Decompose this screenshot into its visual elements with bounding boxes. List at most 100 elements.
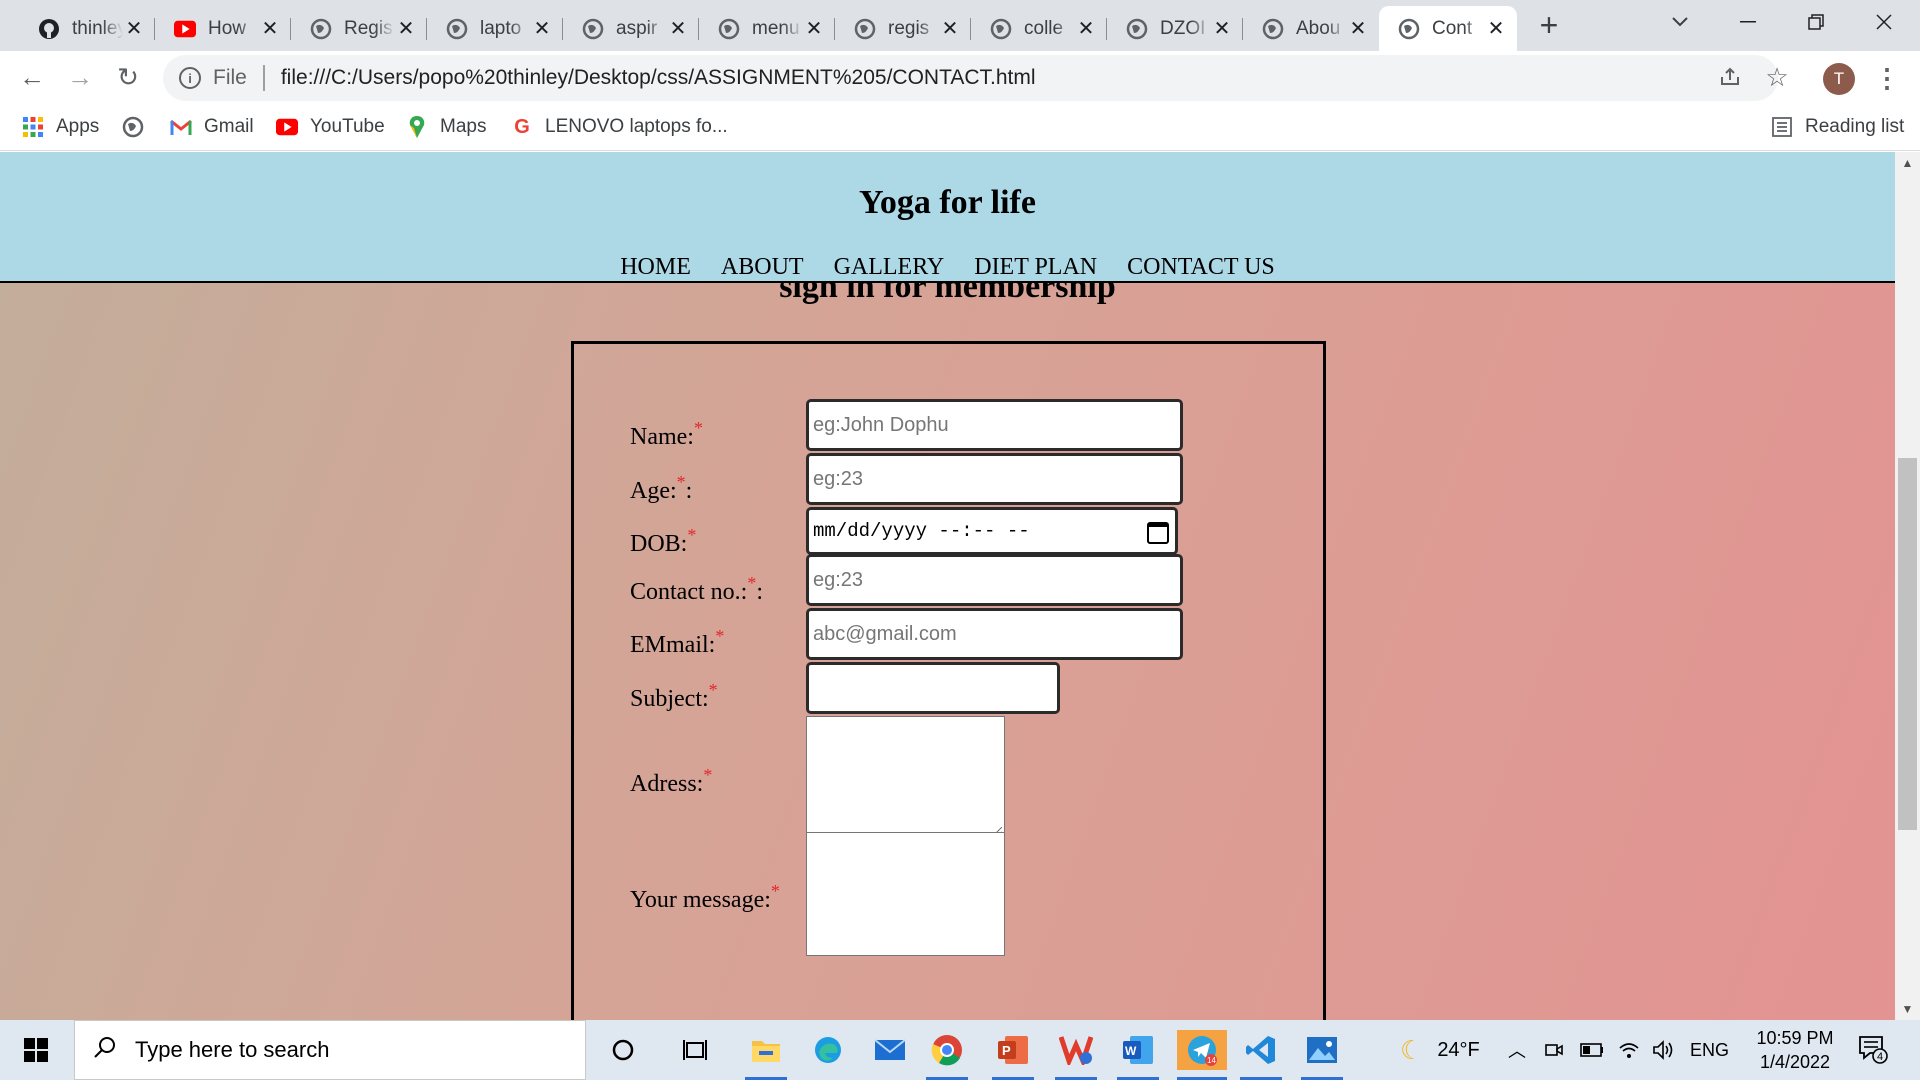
close-tab-icon[interactable]: ✕ — [1347, 18, 1369, 40]
photos-icon[interactable] — [1301, 1030, 1343, 1080]
close-tab-icon[interactable]: ✕ — [395, 18, 417, 40]
scroll-thumb[interactable] — [1898, 458, 1917, 830]
close-tab-icon[interactable]: ✕ — [667, 18, 689, 40]
close-tab-icon[interactable]: ✕ — [123, 18, 145, 40]
close-window-button[interactable] — [1850, 0, 1918, 44]
message-textarea[interactable] — [806, 832, 1005, 956]
bookmark-lenovo[interactable]: G LENOVO laptops fo... — [511, 114, 727, 140]
wifi-icon[interactable] — [1618, 1020, 1640, 1080]
bookmark-gmail[interactable]: Gmail — [170, 114, 254, 140]
svg-text:W: W — [1125, 1044, 1137, 1058]
scroll-up-arrow-icon[interactable]: ▲ — [1895, 152, 1920, 174]
forward-arrow-icon[interactable]: → — [62, 59, 98, 95]
new-tab-button[interactable]: + — [1531, 8, 1567, 44]
moon-icon: ☾ — [1400, 1034, 1424, 1065]
chrome-icon[interactable] — [926, 1030, 968, 1080]
edge-icon[interactable] — [807, 1030, 849, 1070]
tab-colle[interactable]: colle ✕ — [971, 6, 1107, 51]
tab-menu[interactable]: menu ✕ — [699, 6, 835, 51]
share-icon[interactable] — [1715, 62, 1745, 92]
powerpoint-icon[interactable]: P — [992, 1030, 1034, 1080]
profile-avatar[interactable]: T — [1823, 63, 1855, 95]
close-tab-icon[interactable]: ✕ — [939, 18, 961, 40]
weather-widget[interactable]: ☾ 24°F — [1400, 1020, 1480, 1080]
url-text[interactable]: file:///C:/Users/popo%20thinley/Desktop/… — [281, 66, 1036, 90]
close-tab-icon[interactable]: ✕ — [1485, 18, 1507, 40]
reload-icon[interactable]: ↻ — [110, 59, 146, 95]
language-indicator[interactable]: ENG — [1690, 1020, 1729, 1080]
tab-lapto[interactable]: lapto ✕ — [427, 6, 563, 51]
email-input[interactable]: abc@gmail.com — [806, 608, 1183, 660]
taskbar-clock[interactable]: 10:59 PM 1/4/2022 — [1740, 1026, 1850, 1074]
bookmark-maps[interactable]: Maps — [406, 114, 486, 140]
file-explorer-icon[interactable] — [745, 1030, 787, 1080]
dob-input[interactable]: mm/dd/yyyy --:-- -- — [806, 507, 1178, 555]
calendar-icon[interactable] — [1147, 522, 1169, 544]
tab-about[interactable]: Abou ✕ — [1243, 6, 1379, 51]
contact-input[interactable]: eg:23 — [806, 554, 1183, 606]
close-tab-icon[interactable]: ✕ — [259, 18, 281, 40]
tab-regis[interactable]: Regis ✕ — [291, 6, 427, 51]
more-menu-icon[interactable]: ⋮ — [1874, 61, 1900, 97]
bookmark-star-icon[interactable]: ☆ — [1762, 62, 1792, 92]
back-arrow-icon[interactable]: ← — [14, 59, 50, 95]
nav-home[interactable]: HOME — [620, 254, 691, 281]
tab-contact-active[interactable]: Cont ✕ — [1379, 6, 1517, 51]
meet-now-icon[interactable] — [1544, 1020, 1564, 1080]
battery-icon[interactable] — [1580, 1020, 1604, 1080]
tab-title: menu — [752, 17, 800, 39]
volume-icon[interactable] — [1652, 1020, 1674, 1080]
tab-regis-2[interactable]: regis ✕ — [835, 6, 971, 51]
name-input[interactable]: eg:John Dophu — [806, 399, 1183, 451]
subject-input[interactable] — [806, 662, 1060, 714]
weather-temp: 24°F — [1437, 1038, 1480, 1061]
tab-thinley[interactable]: thinley ✕ — [19, 6, 155, 51]
vscode-icon[interactable] — [1240, 1030, 1282, 1080]
apps-grid-icon — [22, 116, 44, 138]
tab-title: aspir — [616, 17, 658, 39]
globe-icon — [1262, 18, 1284, 40]
close-tab-icon[interactable]: ✕ — [531, 18, 553, 40]
github-icon — [38, 18, 60, 40]
globe-icon — [1398, 18, 1420, 40]
windows-start-icon[interactable] — [0, 1020, 72, 1080]
tab-dzoi[interactable]: DZOI ✕ — [1107, 6, 1243, 51]
task-view-icon[interactable] — [674, 1030, 716, 1070]
close-tab-icon[interactable]: ✕ — [1075, 18, 1097, 40]
youtube-icon — [174, 18, 196, 40]
info-icon[interactable]: i — [179, 67, 201, 89]
age-input[interactable]: eg:23 — [806, 453, 1183, 505]
youtube-icon — [276, 116, 298, 138]
tab-search-chevron-icon[interactable] — [1645, 0, 1715, 44]
close-tab-icon[interactable]: ✕ — [803, 18, 825, 40]
age-label: Age:*: — [630, 472, 693, 504]
tab-aspir[interactable]: aspir ✕ — [563, 6, 699, 51]
reading-list-button[interactable]: Reading list — [1771, 114, 1904, 140]
contact-label: Contact no.:*: — [630, 573, 763, 605]
nav-about[interactable]: ABOUT — [721, 254, 804, 281]
word-icon[interactable]: W — [1117, 1030, 1159, 1080]
bookmark-apps[interactable]: Apps — [22, 114, 99, 140]
nav-contact-us[interactable]: CONTACT US — [1127, 254, 1275, 281]
tab-how[interactable]: How ✕ — [155, 6, 291, 51]
nav-diet-plan[interactable]: DIET PLAN — [974, 254, 1097, 281]
mail-icon[interactable] — [869, 1030, 911, 1070]
notification-center-icon[interactable]: 4 — [1858, 1034, 1888, 1064]
telegram-icon[interactable]: 14 — [1177, 1030, 1227, 1080]
globe-icon — [990, 18, 1012, 40]
show-hidden-icons-chevron-icon[interactable]: ︿ — [1508, 1020, 1526, 1080]
address-bar[interactable]: i File file:///C:/Users/popo%20thinley/D… — [163, 55, 1778, 101]
address-textarea[interactable] — [806, 716, 1005, 840]
page-scrollbar[interactable]: ▲ ▼ — [1895, 152, 1920, 1020]
minimize-button[interactable] — [1714, 0, 1782, 44]
bookmark-youtube[interactable]: YouTube — [276, 114, 385, 140]
scroll-down-arrow-icon[interactable]: ▼ — [1895, 998, 1920, 1020]
cortana-icon[interactable] — [602, 1030, 644, 1070]
close-tab-icon[interactable]: ✕ — [1211, 18, 1233, 40]
taskbar-search-box[interactable]: Type here to search — [74, 1020, 586, 1080]
nav-gallery[interactable]: GALLERY — [834, 254, 945, 281]
restore-button[interactable] — [1782, 0, 1850, 44]
bookmark-globe[interactable] — [122, 114, 156, 140]
wps-icon[interactable] — [1055, 1030, 1097, 1080]
bookmark-label: Gmail — [204, 116, 254, 137]
